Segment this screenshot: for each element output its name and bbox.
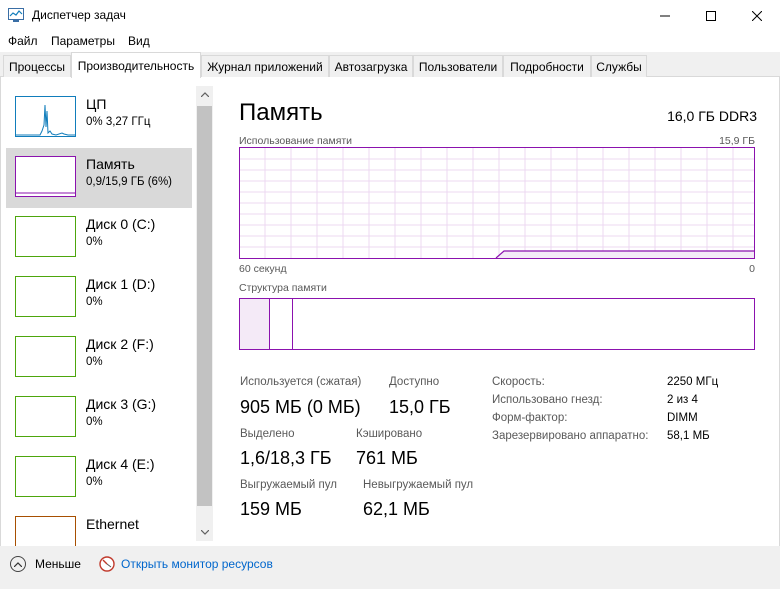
sidebar-item-value: 0% [86, 356, 103, 368]
paged-pool-value: 159 МБ [240, 499, 302, 519]
close-button[interactable] [734, 0, 780, 31]
tab-users[interactable]: Пользователи [413, 55, 503, 77]
sidebar-item-cpu[interactable]: ЦП 0% 3,27 ГГц [6, 88, 192, 148]
form-factor-value: DIMM [667, 412, 698, 424]
task-manager-icon [8, 8, 24, 22]
usage-graph-max: 15,9 ГБ [719, 135, 755, 147]
time-axis-right: 0 [749, 263, 755, 275]
menu-options[interactable]: Параметры [51, 34, 115, 48]
scroll-up-button[interactable] [196, 86, 213, 103]
speed-label: Скорость: [492, 376, 545, 388]
maximize-button[interactable] [688, 0, 734, 31]
cached-label: Кэшировано [356, 428, 423, 440]
resource-sidebar: ЦП 0% 3,27 ГГц Память 0,9/15,9 ГБ (6%) Д… [1, 77, 213, 546]
sidebar-item-label: Диск 2 (F:) [86, 336, 154, 352]
reserved-label: Зарезервировано аппаратно: [492, 430, 649, 442]
window-title: Диспетчер задач [32, 8, 126, 22]
sidebar-item-disk-4[interactable]: Диск 4 (E:) 0% [6, 448, 192, 508]
paged-pool-label: Выгружаемый пул [240, 479, 337, 491]
memory-usage-graph [239, 147, 755, 259]
performance-pane: ЦП 0% 3,27 ГГц Память 0,9/15,9 ГБ (6%) Д… [0, 77, 780, 546]
sidebar-item-value: 0% [86, 416, 103, 428]
composition-in-use [240, 299, 270, 349]
cpu-thumbnail [15, 96, 76, 137]
open-resource-monitor-link[interactable]: Открыть монитор ресурсов [121, 557, 273, 571]
tab-startup[interactable]: Автозагрузка [329, 55, 413, 77]
disk-thumbnail [15, 216, 76, 257]
form-factor-label: Форм-фактор: [492, 412, 568, 424]
menu-bar: Файл Параметры Вид [0, 31, 780, 52]
sidebar-item-disk-1[interactable]: Диск 1 (D:) 0% [6, 268, 192, 328]
cached-value: 761 МБ [356, 448, 418, 468]
tab-app-history[interactable]: Журнал приложений [201, 55, 329, 77]
ethernet-thumbnail [15, 516, 76, 546]
disk-thumbnail [15, 336, 76, 377]
maximize-icon [706, 10, 716, 21]
scroll-down-button[interactable] [196, 524, 213, 541]
menu-file[interactable]: Файл [8, 34, 38, 48]
sidebar-item-value: 0% [86, 296, 103, 308]
sidebar-scrollbar[interactable] [196, 86, 213, 541]
time-axis-left: 60 секунд [239, 263, 287, 275]
tab-performance[interactable]: Производительность [71, 52, 201, 78]
fewer-details-label[interactable]: Меньше [35, 557, 81, 571]
scroll-thumb[interactable] [197, 106, 212, 506]
sidebar-item-disk-2[interactable]: Диск 2 (F:) 0% [6, 328, 192, 388]
in-use-label: Используется (сжатая) [240, 376, 362, 388]
committed-value: 1,6/18,3 ГБ [240, 448, 332, 468]
chevron-up-icon [200, 92, 209, 97]
footer-bar: Меньше Открыть монитор ресурсов [0, 546, 780, 589]
in-use-value: 905 МБ (0 МБ) [240, 397, 361, 417]
sidebar-item-label: Память [86, 156, 135, 172]
memory-spec: 16,0 ГБ DDR3 [667, 108, 757, 124]
sidebar-item-value: 0% [86, 476, 103, 488]
title-bar: Диспетчер задач [0, 0, 780, 31]
available-value: 15,0 ГБ [389, 397, 451, 417]
nonpaged-pool-label: Невыгружаемый пул [363, 479, 474, 491]
available-label: Доступно [389, 376, 440, 388]
chevron-up-icon [14, 561, 22, 567]
sidebar-item-disk-3[interactable]: Диск 3 (G:) 0% [6, 388, 192, 448]
tab-services[interactable]: Службы [591, 55, 647, 77]
minimize-button[interactable] [642, 0, 688, 31]
memory-thumbnail [15, 156, 76, 197]
sidebar-item-label: Диск 3 (G:) [86, 396, 157, 412]
disk-thumbnail [15, 396, 76, 437]
disk-thumbnail [15, 456, 76, 497]
slots-value: 2 из 4 [667, 394, 698, 406]
usage-graph-label: Использование памяти [239, 135, 353, 147]
sidebar-item-disk-0[interactable]: Диск 0 (C:) 0% [6, 208, 192, 268]
committed-label: Выделено [240, 428, 295, 440]
minimize-icon [660, 15, 670, 16]
sidebar-item-label: Ethernet [86, 516, 139, 532]
memory-detail-panel: Память 16,0 ГБ DDR3 Использование памяти… [213, 77, 779, 546]
resource-monitor-icon [99, 556, 115, 572]
composition-label: Структура памяти [239, 282, 327, 294]
tab-details[interactable]: Подробности [503, 55, 591, 77]
tab-processes[interactable]: Процессы [3, 55, 71, 77]
sidebar-item-memory[interactable]: Память 0,9/15,9 ГБ (6%) [6, 148, 192, 208]
sidebar-item-ethernet[interactable]: Ethernet [6, 508, 192, 546]
sidebar-item-value: 0% [86, 236, 103, 248]
memory-composition-bar [239, 298, 755, 350]
disk-thumbnail [15, 276, 76, 317]
tab-strip: Процессы Производительность Журнал прило… [0, 52, 780, 78]
sidebar-item-value: 0% 3,27 ГГц [86, 116, 151, 128]
sidebar-item-label: ЦП [86, 96, 107, 112]
nonpaged-pool-value: 62,1 МБ [363, 499, 430, 519]
sidebar-item-label: Диск 4 (E:) [86, 456, 155, 472]
page-title: Память [239, 99, 323, 126]
usage-graph-grid [240, 148, 754, 259]
chevron-down-icon [200, 530, 209, 535]
close-icon [752, 10, 762, 21]
slots-label: Использовано гнезд: [492, 394, 603, 406]
menu-view[interactable]: Вид [128, 34, 150, 48]
speed-value: 2250 МГц [667, 376, 719, 388]
sidebar-item-value: 0,9/15,9 ГБ (6%) [86, 176, 173, 188]
fewer-details-button[interactable] [10, 556, 26, 572]
reserved-value: 58,1 МБ [667, 430, 710, 442]
sidebar-item-label: Диск 1 (D:) [86, 276, 156, 292]
sidebar-item-label: Диск 0 (C:) [86, 216, 156, 232]
composition-modified [270, 299, 293, 349]
